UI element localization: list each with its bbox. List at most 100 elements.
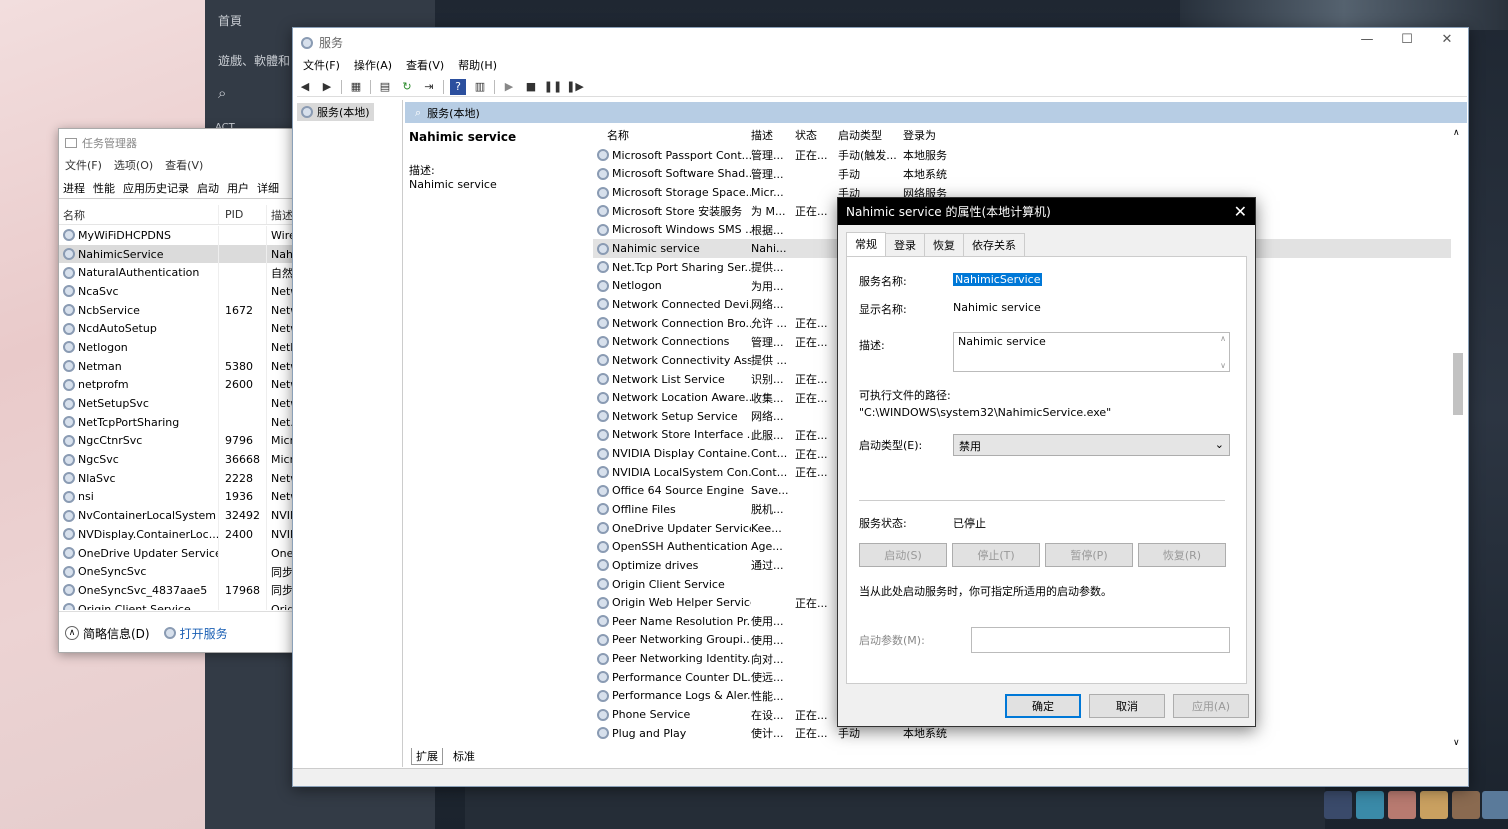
tab-users[interactable]: 用户 — [223, 177, 253, 198]
stop-service-icon[interactable]: ■ — [523, 79, 539, 95]
tab-performance[interactable]: 性能 — [89, 177, 119, 198]
open-services-link[interactable]: 打开服务 — [163, 625, 228, 642]
table-row[interactable]: NlaSvc 2228 Netw — [59, 468, 297, 488]
cancel-button[interactable]: 取消 — [1089, 694, 1165, 718]
column-header-state[interactable]: 状态 — [795, 127, 838, 143]
column-header-name[interactable]: 名称 — [59, 205, 219, 224]
scroll-down-arrow-icon[interactable]: ∨ — [1453, 738, 1460, 748]
table-row[interactable]: NetSetupSvc Netw — [59, 394, 297, 413]
steam-home-link[interactable]: 首頁 — [218, 12, 242, 29]
show-hide-icon[interactable]: ▥ — [472, 79, 488, 95]
close-button[interactable]: ✕ — [1432, 32, 1462, 50]
scroll-down-arrow-icon[interactable]: ∨ — [1220, 361, 1226, 370]
tab-general[interactable]: 常规 — [846, 232, 886, 257]
table-row[interactable]: NaturalAuthentication自然身 — [59, 263, 297, 283]
restart-service-icon[interactable]: ❚▶ — [566, 79, 584, 95]
task-manager-window: 任务管理器 文件(F) 选项(O) 查看(V) 进程 性能 应用历史记录 启动 … — [58, 128, 298, 653]
properties-icon[interactable]: ▤ — [377, 79, 393, 95]
tray-avatar-icon[interactable] — [1356, 791, 1384, 819]
menu-view[interactable]: 查看(V) — [406, 57, 444, 73]
tab-details[interactable]: 详细 — [253, 177, 283, 198]
resume-button[interactable]: 恢复(R) — [1138, 543, 1226, 567]
scroll-up-arrow-icon[interactable]: ∧ — [1453, 128, 1460, 138]
table-row[interactable]: MyWiFiDHCPDNS Wire — [59, 226, 297, 245]
start-service-icon[interactable]: ▶ — [501, 79, 517, 95]
forward-arrow-icon[interactable]: ▶ — [319, 79, 335, 95]
service-name-value[interactable]: NahimicService — [953, 273, 1043, 286]
table-row[interactable]: OneSyncSvc_4837aae517968同步主 — [59, 581, 297, 600]
tab-startup[interactable]: 启动 — [193, 177, 223, 198]
table-row[interactable]: Netlogon Netlo — [59, 338, 297, 357]
back-arrow-icon[interactable]: ◀ — [297, 79, 313, 95]
tab-logon[interactable]: 登录 — [885, 233, 925, 258]
services-menubar: 文件(F) 操作(A) 查看(V) 帮助(H) — [303, 57, 497, 73]
refresh-icon[interactable]: ↻ — [399, 79, 415, 95]
executable-path-value: "C:\WINDOWS\system32\NahimicService.exe" — [859, 406, 1112, 419]
fewer-details-button[interactable]: ∧ 简略信息(D) — [65, 625, 150, 642]
column-header-desc[interactable]: 描述 — [751, 127, 795, 143]
tab-app-history[interactable]: 应用历史记录 — [119, 177, 193, 198]
tab-extended[interactable]: 扩展 — [411, 748, 443, 765]
table-row[interactable]: NcbService 1672 Netw — [59, 300, 297, 320]
tray-avatar-icon[interactable] — [1420, 791, 1448, 819]
table-row[interactable]: NgcSvc 36668 Micro — [59, 450, 297, 469]
tray-avatar-icon[interactable] — [1482, 791, 1508, 819]
table-row[interactable]: nsi 1936 Netw — [59, 487, 297, 507]
tray-avatar-icon[interactable] — [1324, 791, 1352, 819]
stop-button[interactable]: 停止(T) — [952, 543, 1040, 567]
tray-avatar-icon[interactable] — [1388, 791, 1416, 819]
close-icon[interactable]: ✕ — [1234, 202, 1247, 221]
table-row[interactable]: netprofm 2600 Netw — [59, 375, 297, 395]
help-icon[interactable]: ? — [450, 78, 466, 95]
gear-icon — [597, 317, 609, 330]
table-row[interactable]: Origin Client Service Origi — [59, 599, 297, 610]
menu-help[interactable]: 帮助(H) — [458, 57, 497, 73]
scroll-up-arrow-icon[interactable]: ∧ — [1220, 334, 1226, 343]
display-name-value[interactable]: Nahimic service — [953, 301, 1041, 314]
tab-processes[interactable]: 进程 — [59, 177, 89, 198]
table-row[interactable]: NvContainerLocalSystem 32492 NVID — [59, 506, 297, 525]
tab-dependencies[interactable]: 依存关系 — [963, 233, 1025, 258]
pause-service-icon[interactable]: ❚❚ — [544, 79, 562, 95]
table-row[interactable]: NVDisplay.ContainerLoc... 2400 NVID — [59, 525, 297, 544]
table-row[interactable]: Netman 5380 Netw — [59, 356, 297, 376]
table-row[interactable]: NcaSvc Netw — [59, 282, 297, 301]
service-row[interactable]: Microsoft Software Shad... 管理... 手动 本地系统 — [593, 165, 1451, 184]
minimize-button[interactable]: — — [1352, 32, 1382, 50]
column-header-pid[interactable]: PID — [219, 205, 267, 224]
table-row[interactable]: NcdAutoSetup Netw — [59, 319, 297, 339]
service-row[interactable]: Microsoft Passport Cont... 管理... 正在... 手动(触… — [593, 146, 1451, 165]
column-header-logon-as[interactable]: 登录为 — [903, 127, 973, 143]
table-row[interactable]: NetTcpPortSharing Net.T — [59, 412, 297, 432]
menu-action[interactable]: 操作(A) — [354, 57, 392, 73]
service-name-cell: Microsoft Windows SMS ... — [593, 223, 751, 236]
tree-node-local-services[interactable]: 服务(本地) — [297, 103, 374, 121]
description-textarea[interactable]: Nahimic service ∧ ∨ — [953, 332, 1230, 372]
tab-recovery[interactable]: 恢复 — [924, 233, 964, 258]
pause-button[interactable]: 暂停(P) — [1045, 543, 1133, 567]
start-parameters-input[interactable] — [971, 627, 1230, 653]
table-row[interactable]: NahimicService Nahi — [59, 244, 297, 264]
column-header-startup-type[interactable]: 启动类型 — [838, 127, 903, 143]
row-name-cell: NcbService — [59, 300, 219, 320]
tray-avatar-icon[interactable] — [1452, 791, 1480, 819]
tab-standard[interactable]: 标准 — [449, 748, 479, 765]
menu-options[interactable]: 选项(O) — [114, 157, 153, 173]
startup-type-select[interactable]: 禁用 ⌄ — [953, 434, 1230, 456]
menu-view[interactable]: 查看(V) — [165, 157, 203, 173]
apply-button[interactable]: 应用(A) — [1173, 694, 1249, 718]
start-button[interactable]: 启动(S) — [859, 543, 947, 567]
table-row[interactable]: OneDrive Updater ServiceOneD — [59, 543, 297, 563]
table-row[interactable]: OneSyncSvc同步主 — [59, 562, 297, 582]
menu-file[interactable]: 文件(F) — [65, 157, 102, 173]
steam-nav-games[interactable]: 遊戲、軟體和 — [218, 52, 294, 69]
maximize-button[interactable]: ☐ — [1392, 32, 1422, 50]
services-vertical-scrollbar[interactable]: ∧ ∨ — [1451, 128, 1465, 748]
table-row[interactable]: NgcCtnrSvc 9796 Micro — [59, 431, 297, 451]
steam-search-icon[interactable]: ⌕ — [218, 84, 226, 102]
export-list-icon[interactable]: ⇥ — [421, 79, 437, 95]
ok-button[interactable]: 确定 — [1005, 694, 1081, 718]
console-tree-icon[interactable]: ▦ — [348, 79, 364, 95]
menu-file[interactable]: 文件(F) — [303, 57, 340, 73]
scrollbar-thumb[interactable] — [1453, 353, 1463, 415]
